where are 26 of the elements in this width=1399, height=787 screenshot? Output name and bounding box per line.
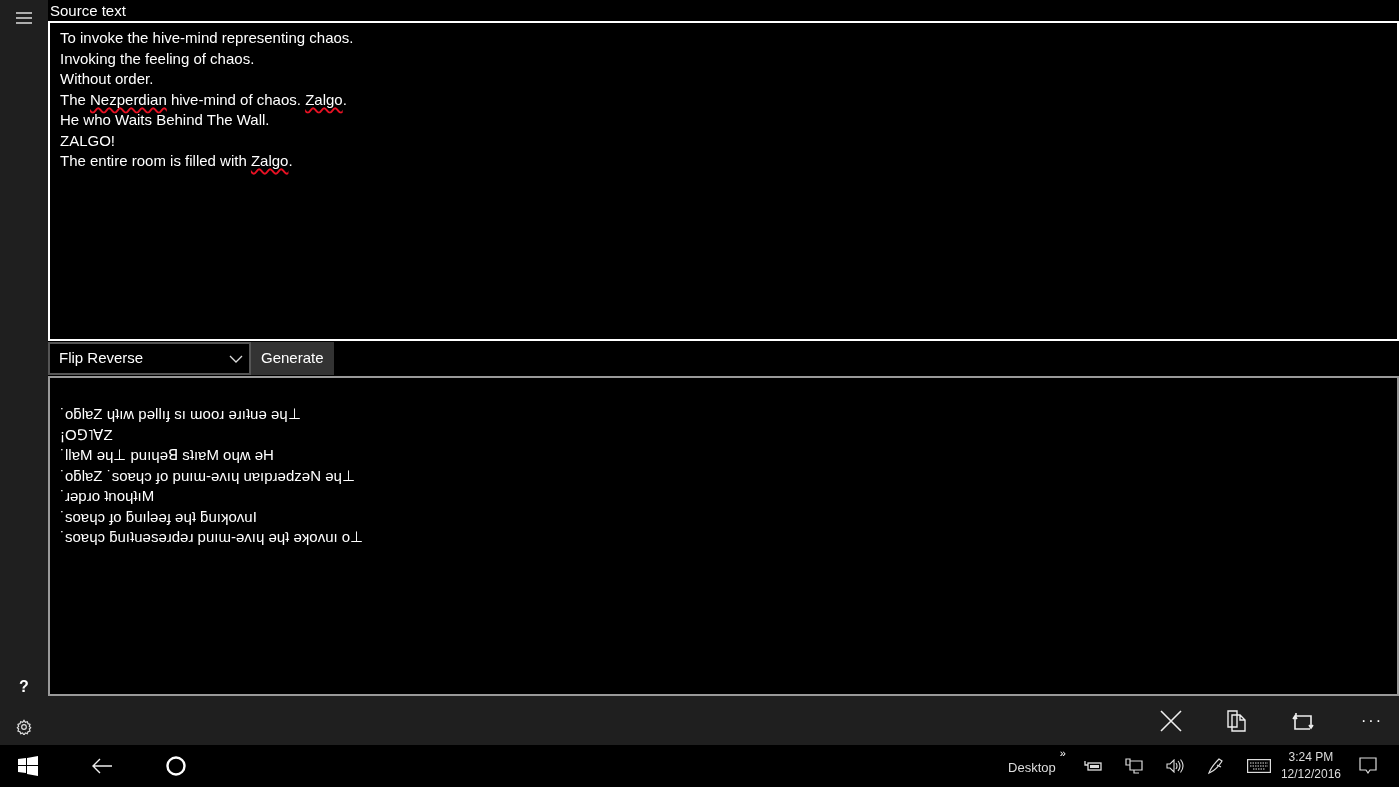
menu-icon[interactable] (16, 12, 32, 24)
output-text-field[interactable]: ˙oƃlɐZ ɥʇıʍ pǝllıɟ sı ɯooɹ ǝɹıʇuǝ ǝɥ⊥ ¡O⅁˥∀Z ˙llɐM ǝɥ⊥ puıɥǝꓭ sʇıɐM oɥʍ ǝH ˙oƃlɐZ ˙soɐɥɔ ɟo puıɯ-ǝʌıɥ uɐıpɹǝdzǝN ǝɥ⊥ ˙ɹǝpɹo ʇnoɥʇıM ˙soɐɥɔ ɟo ƃuılǝǝɟ ǝɥʇ ƃuıʞoʌuI ˙soɐɥɔ ƃuıʇuǝsǝɹdǝɹ puıɯ-ǝʌıɥ ǝɥʇ ǝʞoʌuı o⊥ (48, 376, 1399, 696)
source-text-field[interactable]: To invoke the hive-mind representing chaos. Invoking the feeling of chaos. Without order. The Nezperdian hive-mind of chaos. Zalgo. He who Waits Behind The Wall. ZALGO! The entire room is filled with Zalgo. (48, 21, 1399, 341)
network-icon[interactable] (1124, 758, 1143, 774)
windows-icon[interactable] (18, 756, 38, 776)
settings-icon[interactable] (16, 719, 32, 735)
mode-dropdown[interactable]: Flip Reverse (48, 342, 251, 375)
pen-icon[interactable] (1206, 757, 1225, 775)
copy-icon[interactable] (1227, 709, 1247, 732)
notification-icon[interactable] (1359, 757, 1377, 775)
search-icon[interactable] (165, 755, 187, 777)
source-text-label: Source text (49, 1, 127, 21)
clock-date[interactable]: 12/12/2016 (1280, 766, 1341, 783)
keyboard-icon[interactable] (1246, 759, 1271, 773)
back-icon[interactable] (91, 758, 113, 774)
clock-time[interactable]: 3:24 PM (1288, 749, 1334, 766)
battery-icon[interactable] (1083, 760, 1102, 772)
generate-button[interactable]: Generate (251, 342, 334, 375)
help-button[interactable]: ? (19, 679, 29, 695)
close-icon[interactable] (1160, 709, 1182, 732)
chevron-down-icon (229, 354, 243, 363)
volume-icon[interactable] (1165, 759, 1184, 773)
chevron-label[interactable]: » (1059, 745, 1066, 762)
desktop-toolbar-button[interactable]: Desktop (1008, 758, 1056, 778)
more-button[interactable]: ··· (1359, 708, 1385, 733)
repeat-icon[interactable] (1292, 711, 1314, 730)
